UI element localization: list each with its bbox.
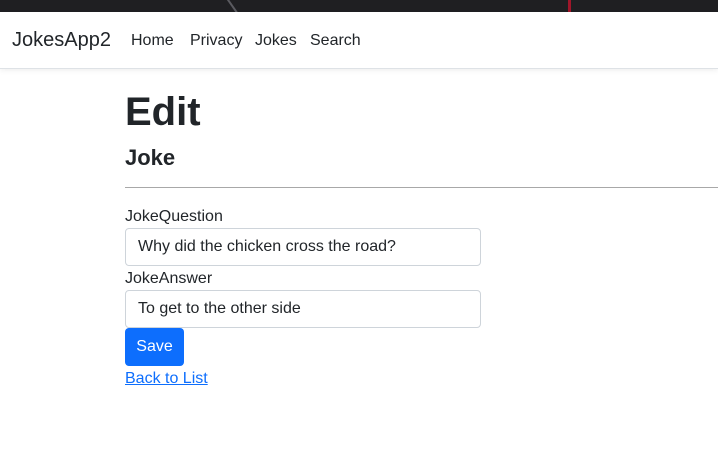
background-streak bbox=[225, 0, 241, 12]
joke-answer-label: JokeAnswer bbox=[125, 270, 213, 287]
save-button[interactable]: Save bbox=[125, 328, 184, 366]
brand-link[interactable]: JokesApp2 bbox=[12, 29, 111, 52]
back-to-list-link[interactable]: Back to List bbox=[125, 370, 208, 388]
background-accent bbox=[568, 0, 571, 12]
page-title: Edit bbox=[125, 90, 201, 134]
page-subtitle: Joke bbox=[125, 145, 176, 170]
nav-link-search[interactable]: Search bbox=[310, 32, 361, 50]
joke-answer-input[interactable] bbox=[125, 290, 481, 328]
joke-question-input[interactable] bbox=[125, 228, 481, 266]
nav-link-home[interactable]: Home bbox=[131, 32, 174, 50]
nav-link-jokes[interactable]: Jokes bbox=[255, 32, 297, 50]
top-navbar: JokesApp2 Home Privacy Jokes Search bbox=[0, 12, 718, 69]
nav-link-privacy[interactable]: Privacy bbox=[190, 32, 242, 50]
browser-background-strip bbox=[0, 0, 718, 12]
divider bbox=[125, 187, 718, 188]
joke-question-label: JokeQuestion bbox=[125, 208, 223, 225]
